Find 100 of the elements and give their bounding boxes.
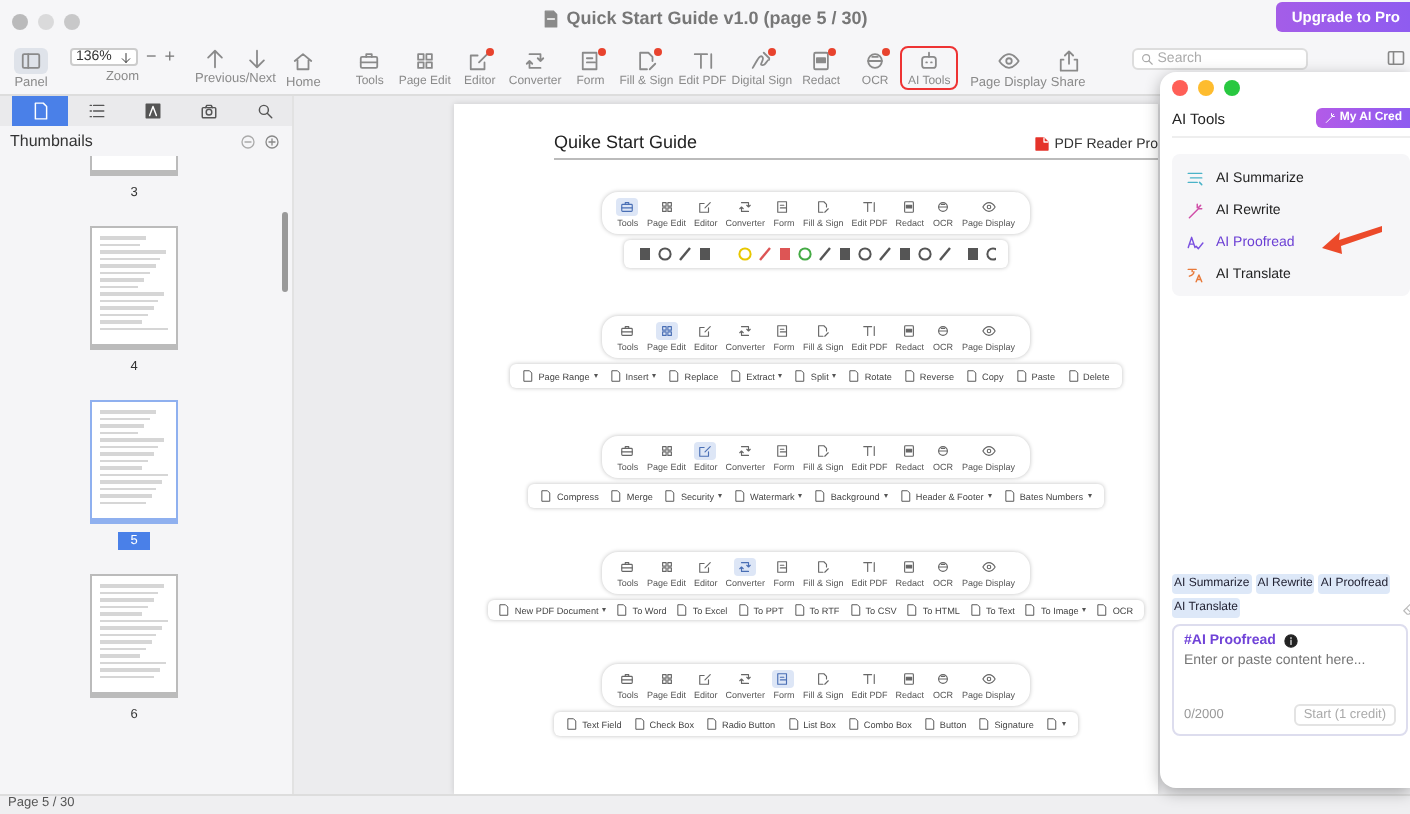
sidebar-toggle[interactable] bbox=[1386, 48, 1406, 68]
sidebar-icon bbox=[1386, 48, 1406, 68]
document-icon bbox=[923, 718, 936, 730]
list-icon bbox=[87, 102, 105, 120]
document-icon bbox=[903, 370, 916, 382]
zoom-out-button[interactable]: − bbox=[146, 48, 157, 66]
briefcase-icon bbox=[620, 324, 635, 338]
pen-icon bbox=[816, 560, 831, 574]
document-icon bbox=[616, 604, 629, 616]
document-icon bbox=[1003, 490, 1016, 502]
page-icon bbox=[31, 102, 49, 120]
briefcase-icon bbox=[620, 560, 635, 574]
text-icon bbox=[862, 560, 877, 574]
scan-icon bbox=[936, 444, 951, 458]
translate-icon bbox=[1186, 266, 1204, 284]
edit-icon bbox=[698, 560, 713, 574]
scrollbar bbox=[282, 212, 288, 292]
notification-dot bbox=[486, 48, 495, 56]
document-icon bbox=[1015, 370, 1028, 382]
text-icon bbox=[862, 672, 877, 686]
form-icon bbox=[579, 50, 602, 72]
edit-icon bbox=[468, 50, 491, 72]
document-icon bbox=[566, 718, 579, 730]
convert-icon bbox=[524, 50, 547, 72]
redact-icon bbox=[902, 560, 917, 574]
document-icon bbox=[814, 490, 827, 502]
sidebar-tab[interactable] bbox=[12, 96, 68, 126]
zoom-in-button[interactable]: + bbox=[164, 48, 176, 66]
page-heading: Quike Start Guide bbox=[554, 132, 698, 152]
form-icon bbox=[776, 444, 791, 458]
scan-icon bbox=[936, 200, 951, 214]
page-thumbnail[interactable] bbox=[90, 400, 178, 524]
document-icon bbox=[969, 604, 982, 616]
text-icon bbox=[862, 444, 877, 458]
previous-button[interactable] bbox=[203, 48, 226, 70]
notification-dot bbox=[768, 48, 777, 56]
grid-icon bbox=[659, 200, 674, 214]
search-icon bbox=[255, 102, 273, 120]
page-thumbnail[interactable] bbox=[90, 574, 178, 698]
convert-icon bbox=[738, 560, 753, 574]
window-title: Quick Start Guide v1.0 (page 5 / 30) bbox=[566, 8, 868, 28]
panel-title: Thumbnails bbox=[10, 132, 93, 150]
search-icon bbox=[1139, 52, 1154, 66]
text-icon bbox=[862, 200, 877, 214]
arrow-up-icon bbox=[203, 48, 226, 70]
document-icon bbox=[676, 604, 689, 616]
notification-dot bbox=[597, 48, 606, 56]
document-icon bbox=[906, 604, 919, 616]
wand-icon bbox=[1186, 202, 1204, 220]
document-icon bbox=[1024, 604, 1037, 616]
camera-icon bbox=[199, 102, 217, 120]
document-icon bbox=[793, 604, 806, 616]
eye-icon bbox=[981, 324, 996, 338]
text-icon bbox=[862, 324, 877, 338]
zoom-out-icon bbox=[240, 133, 256, 149]
edit-icon bbox=[698, 672, 713, 686]
redact-icon bbox=[902, 672, 917, 686]
convert-icon bbox=[738, 672, 753, 686]
next-button[interactable] bbox=[245, 48, 268, 70]
scan-icon bbox=[936, 560, 951, 574]
notification-dot bbox=[653, 48, 662, 56]
document-icon bbox=[706, 718, 718, 730]
notification-dot bbox=[882, 48, 891, 56]
briefcase-icon bbox=[358, 50, 381, 72]
document-icon bbox=[522, 370, 535, 382]
form-icon bbox=[776, 560, 791, 574]
briefcase-icon bbox=[620, 672, 635, 686]
convert-icon bbox=[738, 200, 753, 214]
scan-icon bbox=[936, 324, 951, 338]
document-icon bbox=[1045, 718, 1058, 730]
redact-icon bbox=[902, 200, 917, 214]
document-icon bbox=[633, 718, 646, 730]
arrow-down-icon bbox=[245, 48, 268, 70]
document-icon bbox=[787, 718, 800, 730]
page-thumbnail[interactable] bbox=[90, 226, 178, 350]
caret-icon bbox=[120, 51, 132, 63]
zoom-in-button[interactable] bbox=[264, 133, 280, 149]
signature-icon bbox=[750, 50, 773, 72]
eye-icon bbox=[981, 200, 996, 214]
document-icon bbox=[849, 604, 862, 616]
pen-icon bbox=[816, 324, 831, 338]
document-icon bbox=[848, 370, 861, 382]
eye-icon bbox=[997, 50, 1020, 72]
redact-icon bbox=[902, 324, 917, 338]
document-icon bbox=[498, 604, 511, 616]
zoom-in-icon bbox=[264, 133, 280, 149]
document-icon bbox=[794, 370, 807, 382]
document-icon bbox=[978, 718, 991, 730]
pen-icon bbox=[635, 50, 658, 72]
convert-icon bbox=[738, 444, 753, 458]
tool-button[interactable] bbox=[1045, 718, 1066, 730]
grid-icon bbox=[413, 50, 436, 72]
document-icon bbox=[966, 370, 979, 382]
pen-icon bbox=[816, 672, 831, 686]
zoom-out-button[interactable] bbox=[240, 133, 256, 149]
document-icon bbox=[668, 370, 681, 382]
convert-icon bbox=[738, 324, 753, 338]
filled-square-icon bbox=[143, 102, 161, 120]
document-icon bbox=[540, 490, 553, 502]
form-icon bbox=[776, 672, 791, 686]
